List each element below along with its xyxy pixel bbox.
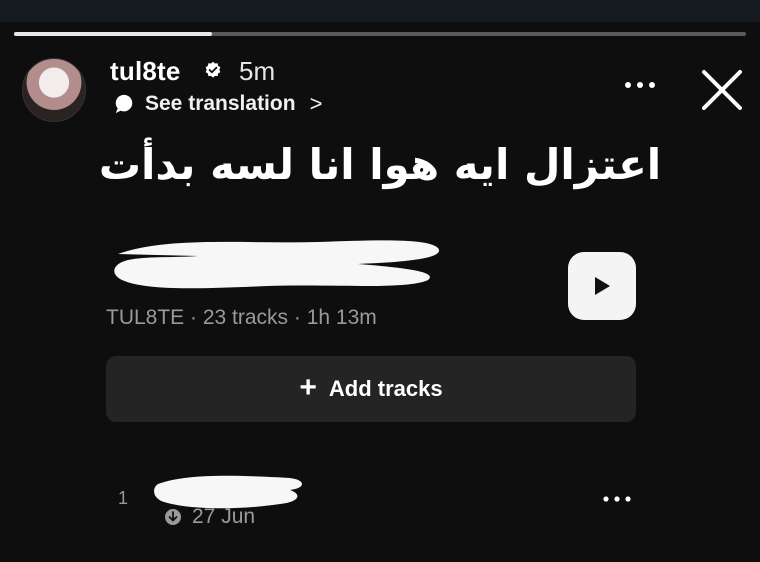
track-date: 27 Jun (192, 505, 256, 528)
see-translation-label: See translation (145, 92, 296, 115)
add-tracks-label: Add tracks (328, 376, 443, 401)
verified-badge-icon (205, 61, 221, 78)
story-progress-bar (14, 32, 746, 36)
add-tracks-button[interactable]: + Add tracks (106, 356, 636, 422)
play-icon (595, 277, 610, 295)
translate-bubble-icon (115, 94, 133, 114)
track-number: 1 (118, 488, 129, 508)
playlist-meta: TUL8TE · 23 tracks · 1h 13m (106, 306, 377, 329)
status-band (0, 0, 760, 22)
post-time: 5m (239, 56, 276, 86)
username[interactable]: tul8te (110, 56, 181, 87)
story-caption: اعتزال ايه هوا انا لسه بدأت (98, 140, 662, 189)
close-icon[interactable] (696, 64, 748, 116)
avatar[interactable] (22, 58, 86, 122)
see-translation-link[interactable]: See translation > (113, 91, 322, 117)
more-icon[interactable] (622, 78, 658, 92)
track-more-icon[interactable] (602, 494, 632, 504)
plus-icon: + (299, 370, 317, 404)
story-progress-fill (14, 32, 212, 36)
chevron-right-icon: > (309, 91, 323, 116)
redacted-playlist-title (114, 240, 440, 289)
download-icon (165, 509, 181, 525)
play-button[interactable] (568, 252, 636, 320)
